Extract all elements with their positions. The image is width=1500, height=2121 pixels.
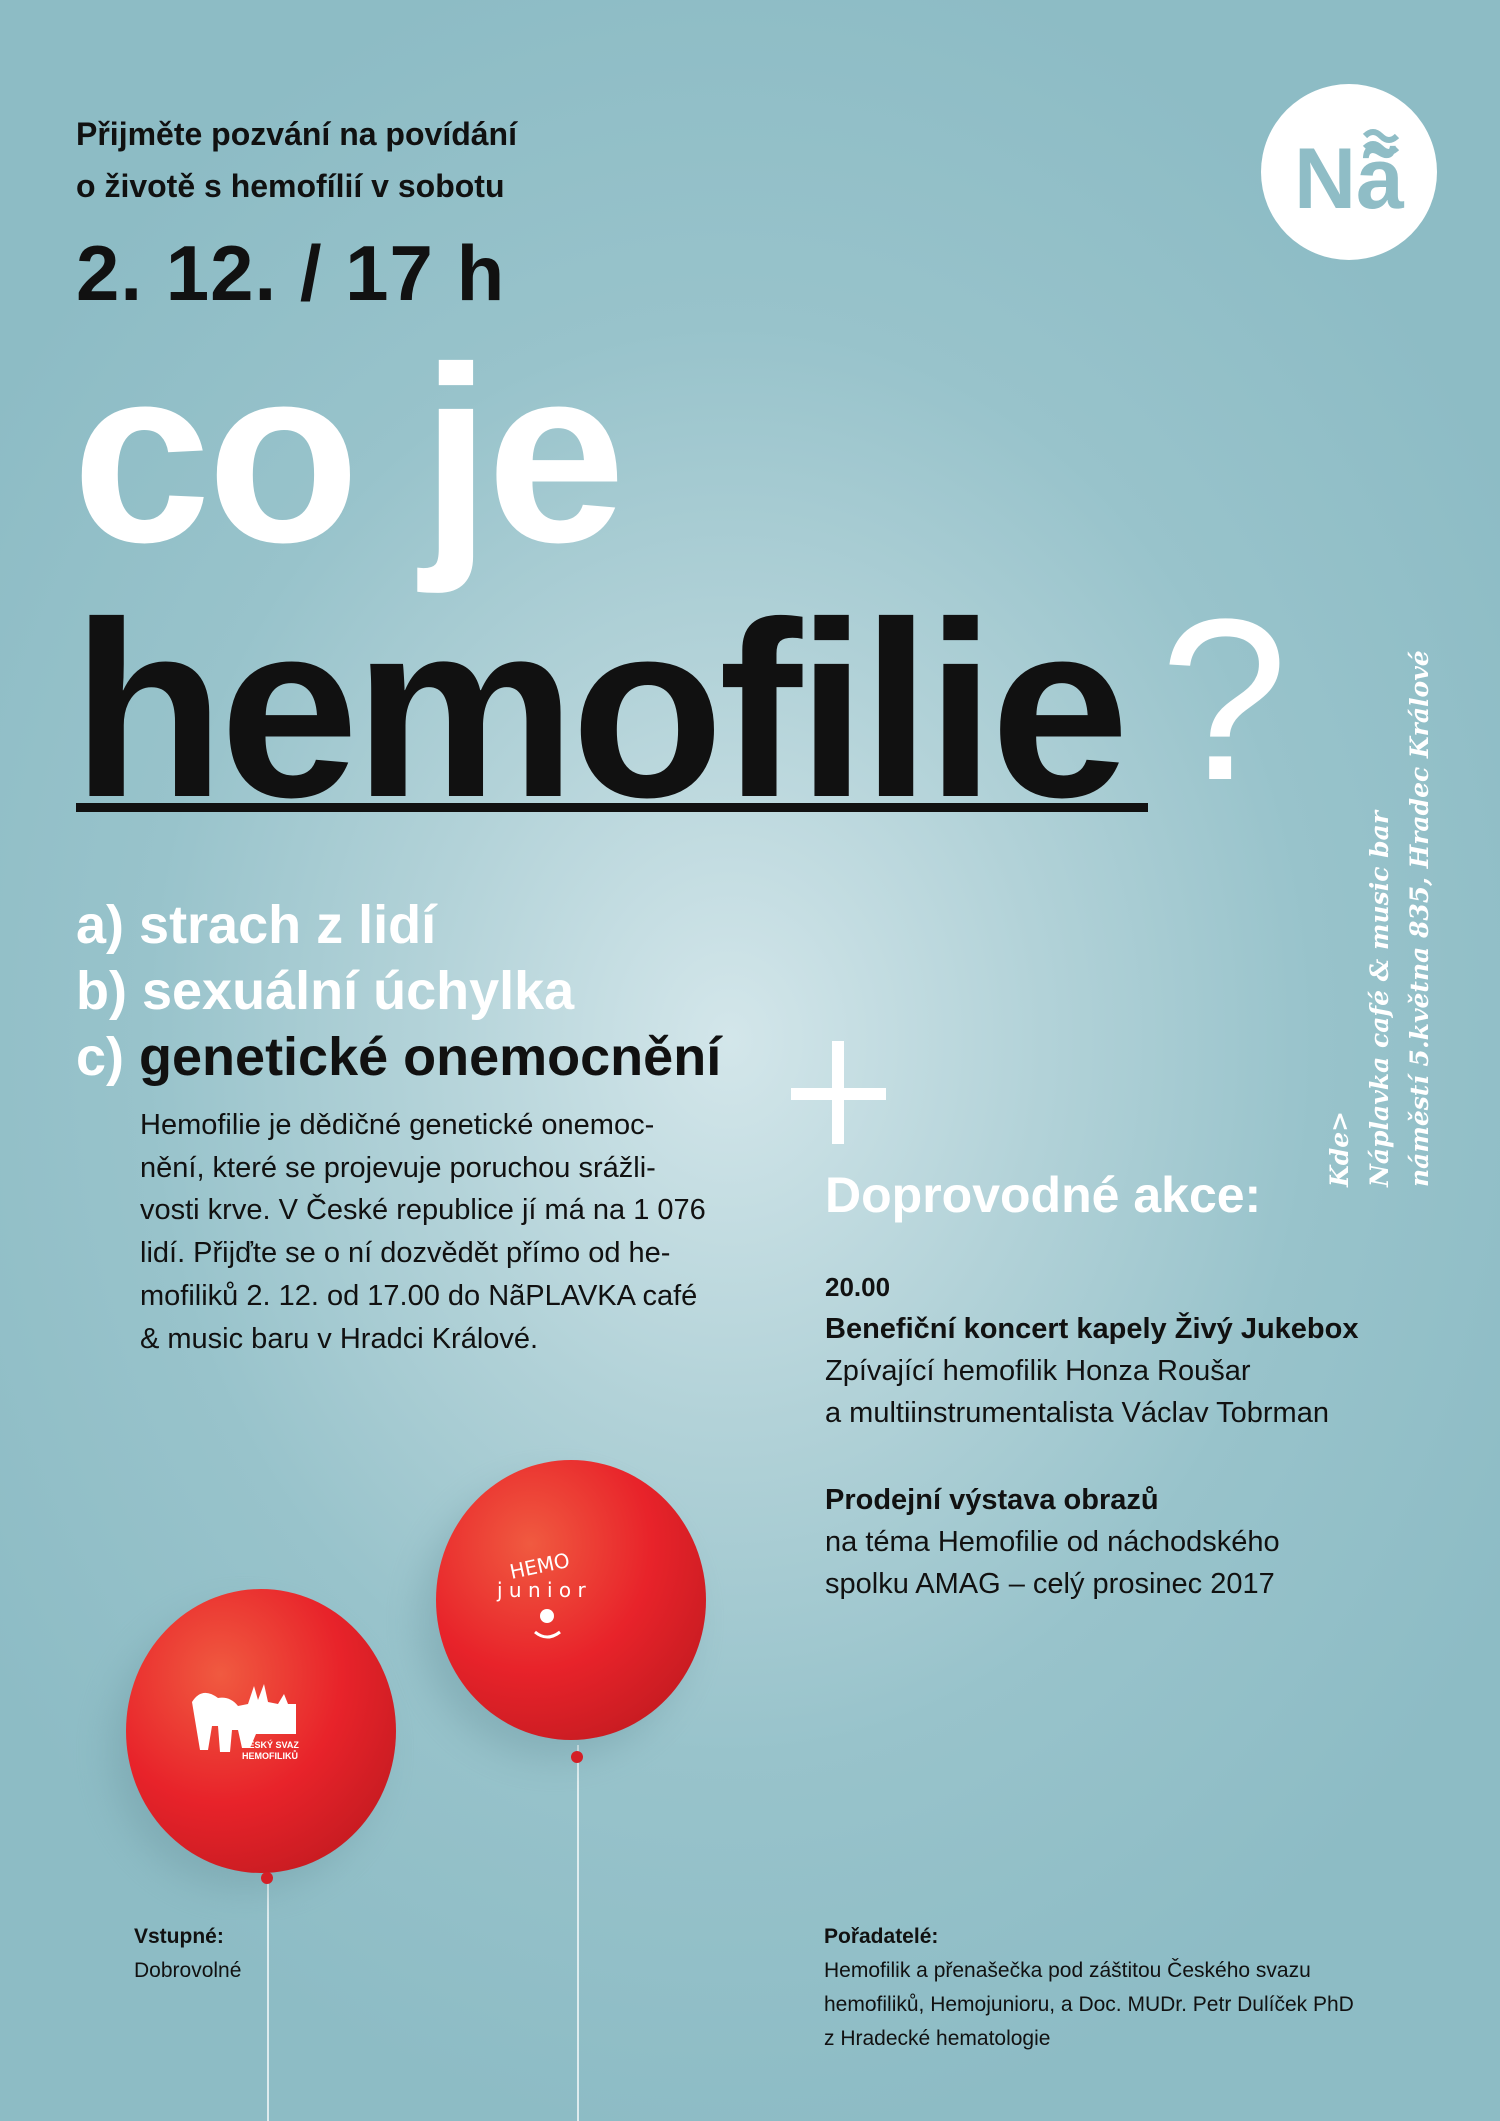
organizers-label: Pořadatelé: [824, 1925, 939, 1948]
invitation-line-1: Přijměte pozvání na povídání [76, 116, 517, 152]
concert-line: Zpívající hemofilik Honza Roušar [825, 1355, 1251, 1387]
description-line: mofiliků 2. 12. od 17.00 do NãPLAVKA caf… [140, 1279, 698, 1312]
headline-underline [76, 803, 1148, 812]
option-prefix: c) [76, 1027, 125, 1087]
option-text: strach z lidí [139, 895, 437, 955]
organizers-line: z Hradecké hematologie [824, 2027, 1051, 2050]
description-line: & music baru v Hradci Králové. [140, 1322, 539, 1355]
description-line: vosti krve. V České republice jí má na 1… [140, 1194, 706, 1227]
naplavka-logo-icon: Nã [1294, 129, 1405, 227]
invitation-text: Přijměte pozvání na povídání o životě s … [76, 108, 517, 212]
naplavka-logo: Nã [1261, 84, 1437, 260]
exhibition-line: na téma Hemofilie od náchodského [825, 1526, 1280, 1558]
description-line: lidí. Přijďte se o ní dozvědět přímo od … [140, 1237, 671, 1270]
headline-line-1: co je [72, 315, 626, 594]
description-line: Hemofilie je dědičné genetické onemoc- [140, 1109, 655, 1141]
description-line: nění, které se projevuje poruchou srážli… [140, 1151, 656, 1184]
option-a: a) strach z lidí [76, 898, 436, 952]
logo-text: Nã [1294, 131, 1405, 227]
description: Hemofilie je dědičné genetické onemoc- n… [140, 1104, 780, 1360]
venue-info: Kde> Náplavka café & music bar náměstí 5… [1320, 291, 1460, 1187]
event-date: 2. 12. / 17 h [76, 229, 506, 317]
option-text: genetické onemocnění [139, 1027, 722, 1087]
logo-line: j u n i o r [496, 1578, 586, 1602]
option-prefix: a) [76, 895, 125, 955]
venue-label: Kde> [1325, 1110, 1354, 1187]
logo-line: ČESKÝ SVAZ [242, 1739, 299, 1750]
concert-line: a multiinstrumentalista Václav Tobrman [825, 1397, 1329, 1429]
concert-time: 20.00 [825, 1272, 891, 1302]
exhibition-line: spolku AMAG – celý prosinec 2017 [825, 1568, 1275, 1600]
organizers-line: hemofiliků, Hemojunioru, a Doc. MUDr. Pe… [824, 1993, 1354, 2016]
event-concert: 20.00 Benefiční koncert kapely Živý Juke… [825, 1266, 1358, 1434]
headline-question-mark: ? [1160, 571, 1288, 828]
organizers-line: Hemofilik a přenašečka pod záštitou Česk… [824, 1959, 1311, 1982]
option-text: sexuální úchylka [141, 961, 575, 1021]
invitation-line-2: o životě s hemofílií v sobotu [76, 168, 505, 204]
headline-line-2: hemofilie [72, 570, 1129, 849]
admission-label: Vstupné: [134, 1925, 224, 1948]
venue-name: Náplavka café & music bar [1365, 810, 1394, 1187]
option-prefix: b) [76, 961, 127, 1021]
venue-address: náměstí 5.května 835, Hradec Králové [1405, 650, 1434, 1187]
logo-line: HEMOFILIKŮ [242, 1750, 298, 1761]
event-exhibition: Prodejní výstava obrazů na téma Hemofili… [825, 1479, 1280, 1605]
balloons: ČESKÝ SVAZ HEMOFILIKŮ HEMO j u n i o r [110, 1460, 706, 1890]
concert-title: Benefiční koncert kapely Živý Jukebox [825, 1313, 1359, 1345]
exhibition-title: Prodejní výstava obrazů [825, 1484, 1159, 1516]
organizers: Pořadatelé: Hemofilik a přenašečka pod z… [824, 1920, 1354, 2056]
admission-value: Dobrovolné [134, 1959, 242, 1982]
option-b: b) sexuální úchylka [76, 964, 574, 1018]
admission: Vstupné: Dobrovolné [134, 1920, 241, 1988]
plus-icon-vertical [832, 1041, 844, 1144]
option-c: c) genetické onemocnění [76, 1030, 721, 1084]
events-title: Doprovodné akce: [825, 1167, 1262, 1223]
